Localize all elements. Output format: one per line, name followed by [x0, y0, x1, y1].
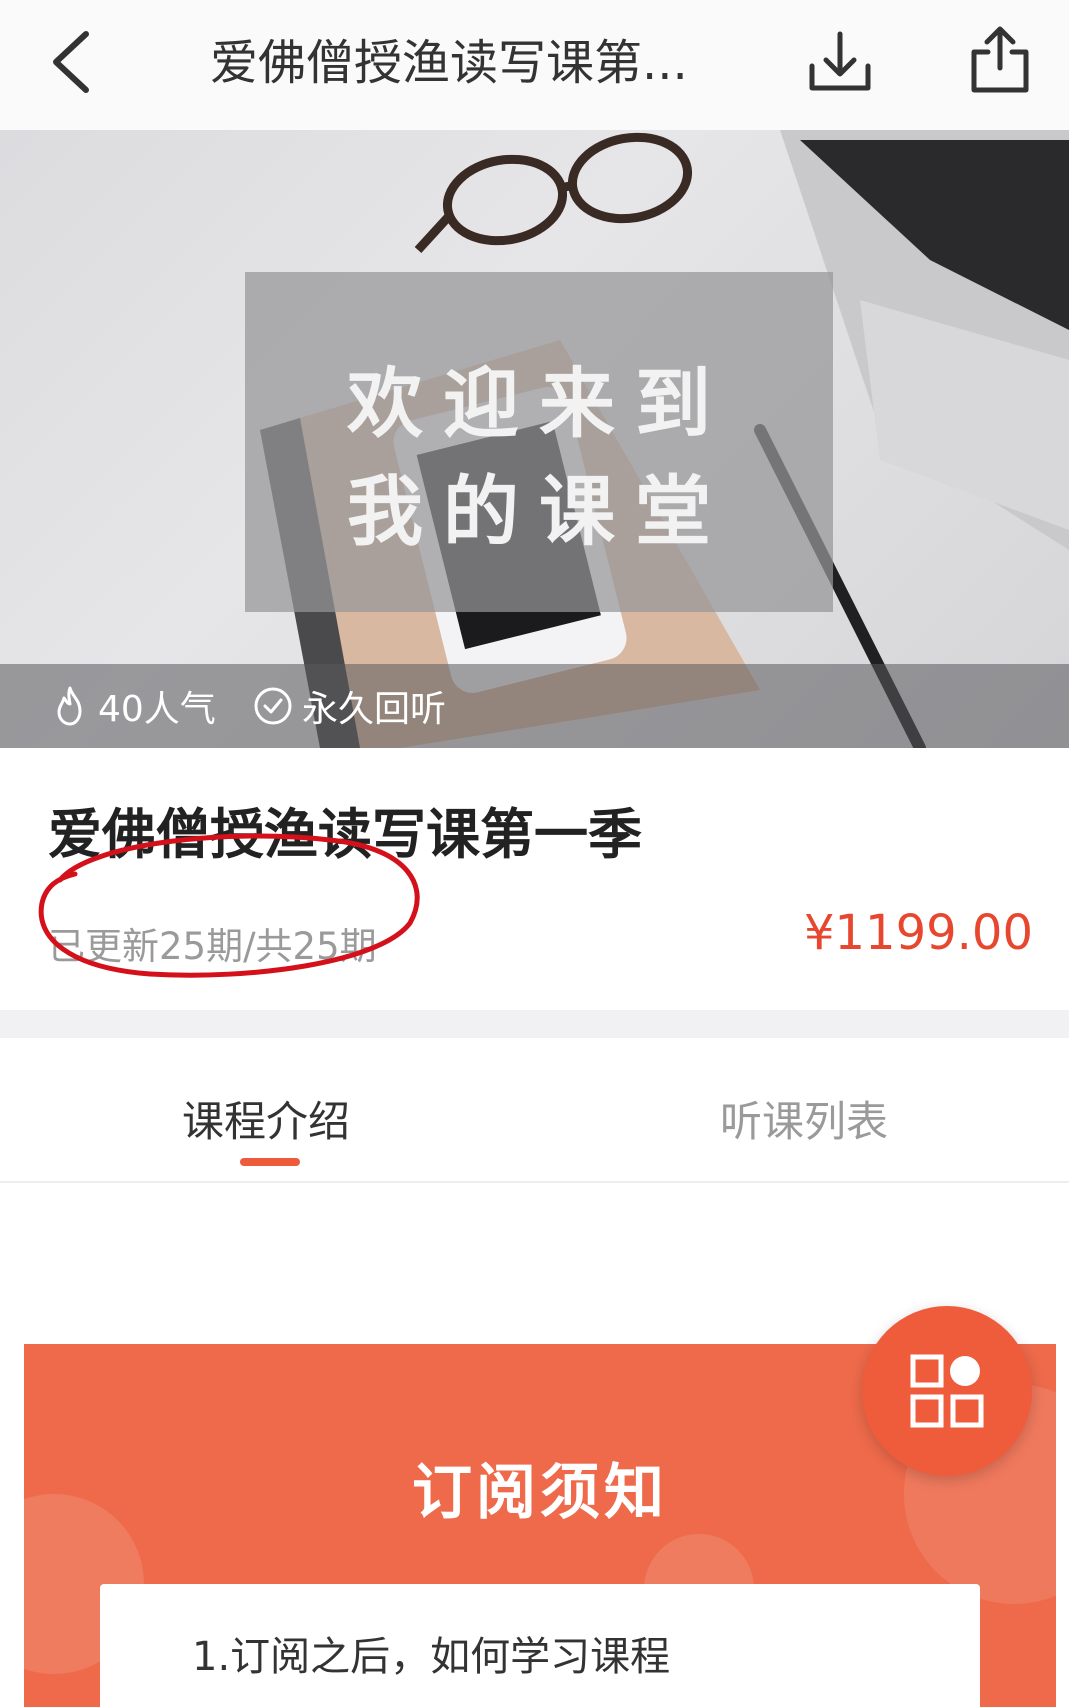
tab-course-intro[interactable]: 课程介绍 [182, 1088, 350, 1149]
back-button[interactable] [40, 22, 120, 102]
red-circle-annotation [38, 833, 420, 978]
replay-stat: 永久回听 [252, 664, 446, 748]
notice-panel: 1.订阅之后，如何学习课程 [100, 1584, 980, 1707]
welcome-line-1: 欢迎来到 [347, 359, 731, 448]
active-tab-indicator [240, 1158, 300, 1166]
check-circle-icon [254, 687, 292, 725]
welcome-overlay: 欢迎来到 我的课堂 [245, 272, 833, 612]
popularity-stat: 40人气 [50, 664, 216, 748]
page-title: 爱佛僧授渔读写课第... [210, 35, 688, 91]
download-button[interactable] [800, 22, 880, 102]
glasses-image [414, 132, 693, 254]
tab-lesson-list[interactable]: 听课列表 [720, 1088, 888, 1149]
course-info: 爱佛僧授渔读写课第一季 已更新25期/共25期 ¥1199.00 [0, 748, 1069, 1010]
welcome-line-2: 我的课堂 [347, 467, 731, 556]
share-button[interactable] [960, 20, 1040, 100]
popularity-text: 40人气 [98, 689, 216, 730]
grid-menu-icon [910, 1354, 984, 1428]
replay-text: 永久回听 [302, 689, 447, 730]
tab-bar: 课程介绍 听课列表 [0, 1038, 1069, 1183]
download-icon [809, 31, 871, 91]
share-icon [971, 26, 1029, 93]
menu-fab-button[interactable] [862, 1306, 1032, 1476]
notice-item: 1.订阅之后，如何学习课程 [192, 1634, 671, 1680]
course-banner: 欢迎来到 我的课堂 40人气 永久回听 [0, 130, 1069, 748]
chevron-left-icon [53, 31, 89, 93]
section-divider [0, 1010, 1069, 1038]
top-navigation-bar: 爱佛僧授渔读写课第... [0, 0, 1069, 130]
flame-icon [57, 686, 82, 726]
stats-bar: 40人气 永久回听 [0, 664, 1069, 748]
